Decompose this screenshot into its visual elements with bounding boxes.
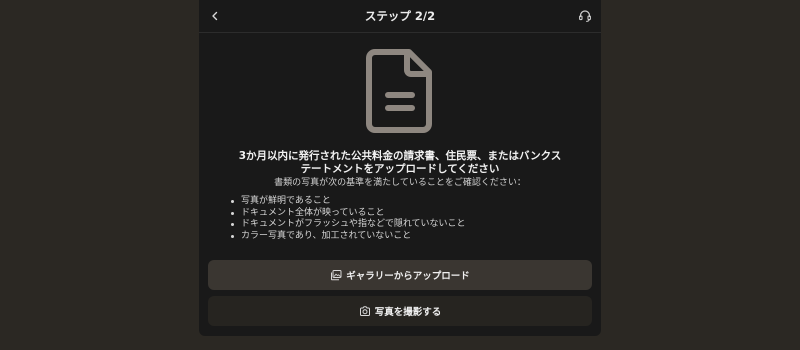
upload-from-gallery-label: ギャラリーからアップロード xyxy=(346,271,470,282)
page-title: ステップ 2/2 xyxy=(364,9,436,23)
instruction-subtitle: 書類の写真が次の基準を満たしていることをご確認ください： xyxy=(274,178,526,188)
camera-icon xyxy=(359,305,371,317)
document-icon xyxy=(366,49,432,133)
criteria-item: カラー写真であり、加工されていないこと xyxy=(229,231,579,243)
upload-from-gallery-button[interactable]: ギャラリーからアップロード xyxy=(208,260,592,290)
instruction-title-line-2: テートメントをアップロードしてください xyxy=(300,163,500,175)
modal-header: ステップ 2/2 xyxy=(199,0,601,33)
headset-icon xyxy=(579,10,591,22)
take-photo-button[interactable]: 写真を撮影する xyxy=(208,296,592,326)
criteria-item: ドキュメント全体が映っていること xyxy=(229,208,579,220)
instruction-title-line-1: 3か月以内に発行された公共料金の請求書、住民票、またはバンクス xyxy=(238,150,562,162)
criteria-item: 写真が鮮明であること xyxy=(229,196,579,208)
criteria-item: ドキュメントがフラッシュや指などで隠れていないこと xyxy=(229,219,579,231)
take-photo-label: 写真を撮影する xyxy=(374,307,442,318)
criteria-list: 写真が鮮明であること ドキュメント全体が映っていること ドキュメントがフラッシュ… xyxy=(229,196,579,242)
gallery-icon xyxy=(330,269,342,281)
instruction-title: 3か月以内に発行された公共料金の請求書、住民票、またはバンクス テートメントをア… xyxy=(219,150,581,176)
support-button[interactable] xyxy=(577,8,593,24)
upload-document-modal: ステップ 2/2 3か月以内に発行された公共料金の請求書、住民票、またはバンクス… xyxy=(199,0,601,336)
